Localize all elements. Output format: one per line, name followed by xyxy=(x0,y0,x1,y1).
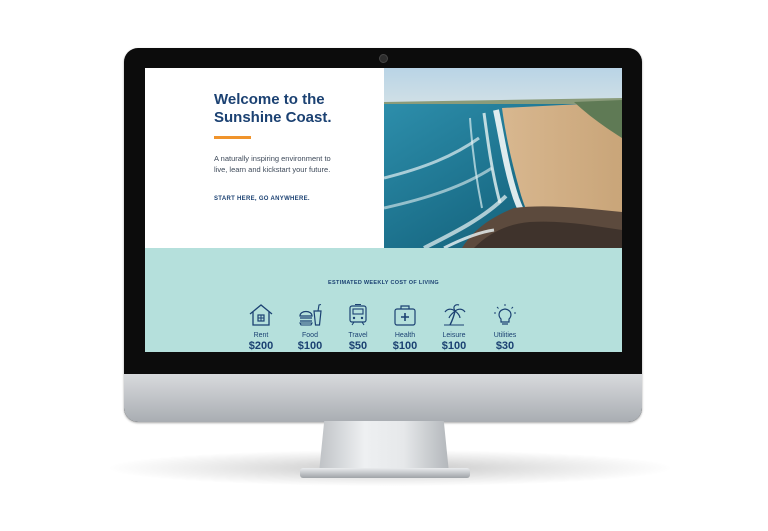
hero-description: A naturally inspiring environment to liv… xyxy=(214,154,331,174)
health-label: Health xyxy=(394,332,416,339)
leisure-price: $100 xyxy=(441,340,467,352)
cost-of-living-heading: ESTIMATED WEEKLY COST OF LIVING xyxy=(328,280,439,286)
utilities-label: Utilities xyxy=(493,332,517,339)
webcam xyxy=(379,54,388,63)
start-here-link[interactable]: START HERE, GO ANYWHERE. xyxy=(214,196,310,202)
cost-item-leisure: Leisure $100 xyxy=(430,303,478,352)
cost-item-utilities: Utilities $30 xyxy=(481,303,529,352)
website-screen: Welcome to the Sunshine Coast. A natural… xyxy=(145,68,622,352)
cost-item-food: Food $100 xyxy=(286,303,334,352)
travel-price: $50 xyxy=(348,340,368,352)
utilities-price: $30 xyxy=(495,340,515,352)
food-price: $100 xyxy=(297,340,323,352)
beach-aerial-photo xyxy=(384,68,622,248)
hero-text-panel: Welcome to the Sunshine Coast. A natural… xyxy=(145,68,384,248)
house-icon xyxy=(249,304,273,326)
title-accent-bar xyxy=(214,136,251,139)
palm-tree-icon xyxy=(444,304,466,326)
travel-label: Travel xyxy=(348,332,368,339)
food-label: Food xyxy=(302,332,318,339)
monitor-chin xyxy=(124,374,642,422)
rent-label: Rent xyxy=(253,332,269,339)
cost-item-travel: Travel $50 xyxy=(334,303,382,352)
train-icon xyxy=(349,303,367,326)
cost-item-rent: Rent $200 xyxy=(237,303,285,352)
lightbulb-icon xyxy=(494,304,516,325)
monitor-foot xyxy=(300,468,470,478)
leisure-label: Leisure xyxy=(442,332,466,339)
rent-price: $200 xyxy=(248,340,274,352)
hero-title: Welcome to the Sunshine Coast. xyxy=(214,91,332,126)
monitor-stand xyxy=(319,421,449,473)
cost-of-living-section: ESTIMATED WEEKLY COST OF LIVING Rent $20… xyxy=(145,248,622,352)
health-price: $100 xyxy=(392,340,418,352)
burger-drink-icon xyxy=(299,303,322,326)
cost-item-health: Health $100 xyxy=(381,303,429,352)
first-aid-kit-icon xyxy=(394,305,416,326)
